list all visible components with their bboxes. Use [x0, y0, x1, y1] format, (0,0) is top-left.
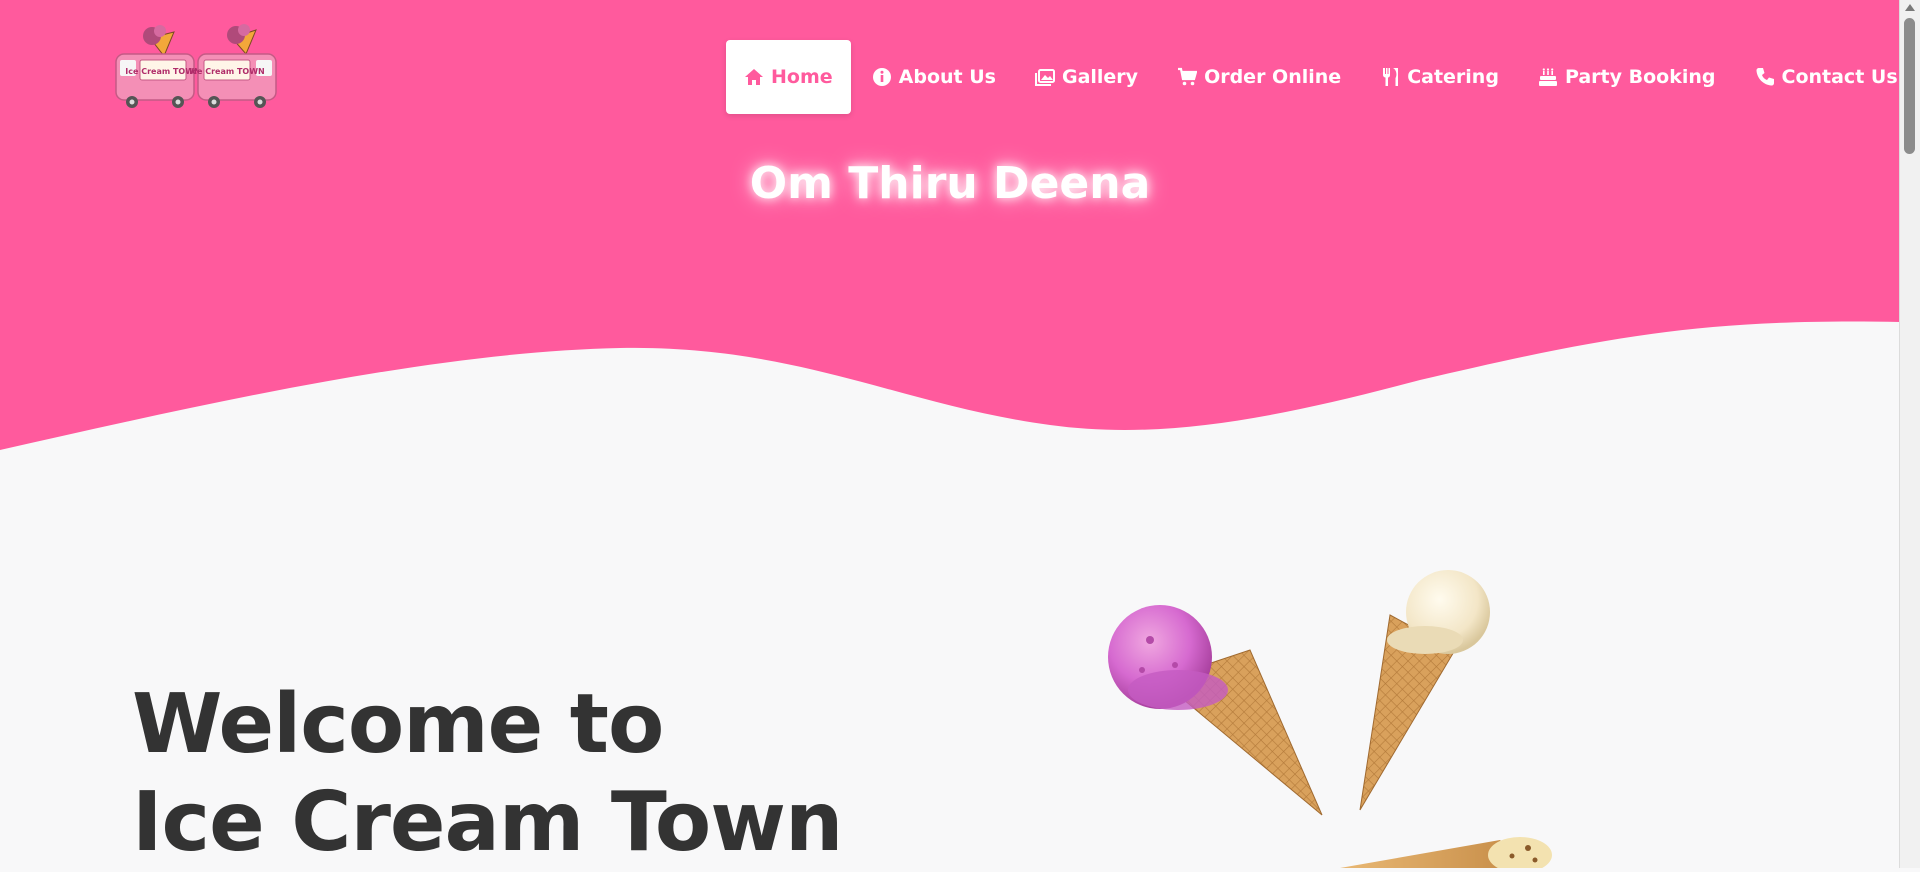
nav-gallery-label: Gallery	[1061, 66, 1139, 88]
cart-icon	[1177, 67, 1198, 87]
nav-home[interactable]: Home	[726, 40, 851, 114]
utensils-icon	[1380, 67, 1400, 87]
site-logo[interactable]: Ice Cream TOWN Ice Cream TOWN	[112, 22, 280, 116]
scroll-up-arrow-icon[interactable]	[1905, 4, 1915, 11]
hero-heading: Welcome to Ice Cream Town	[132, 676, 843, 872]
svg-text:Ice Cream TOWN: Ice Cream TOWN	[189, 67, 264, 76]
cake-icon	[1538, 67, 1558, 87]
phone-icon	[1755, 67, 1775, 87]
nav-catering-label: Catering	[1407, 66, 1499, 88]
hero-ice-cream-image	[1080, 570, 1640, 872]
brand-name: Om Thiru Deena	[749, 158, 1151, 209]
nav-gallery[interactable]: Gallery	[1017, 40, 1156, 114]
hero-heading-line1: Welcome to	[132, 677, 664, 772]
nav-catering[interactable]: Catering	[1362, 40, 1517, 114]
nav-contact-us-label: Contact Us	[1781, 66, 1898, 88]
nav-party-booking[interactable]: Party Booking	[1520, 40, 1734, 114]
nav-order-online-label: Order Online	[1204, 66, 1342, 88]
info-icon	[872, 67, 892, 87]
nav-party-booking-label: Party Booking	[1564, 66, 1716, 88]
nav-about-us[interactable]: About Us	[854, 40, 1014, 114]
main-nav: Home About Us Gallery Order Online Cater…	[726, 40, 1919, 114]
hero-heading-line2: Ice Cream Town	[132, 775, 843, 870]
nav-contact-us[interactable]: Contact Us	[1737, 40, 1916, 114]
page-scrollbar[interactable]	[1899, 0, 1920, 868]
nav-order-online[interactable]: Order Online	[1159, 40, 1359, 114]
nav-home-label: Home	[771, 66, 833, 88]
nav-about-us-label: About Us	[898, 66, 996, 88]
scrollbar-thumb[interactable]	[1904, 18, 1915, 154]
home-icon	[744, 67, 764, 87]
image-icon	[1034, 67, 1055, 87]
